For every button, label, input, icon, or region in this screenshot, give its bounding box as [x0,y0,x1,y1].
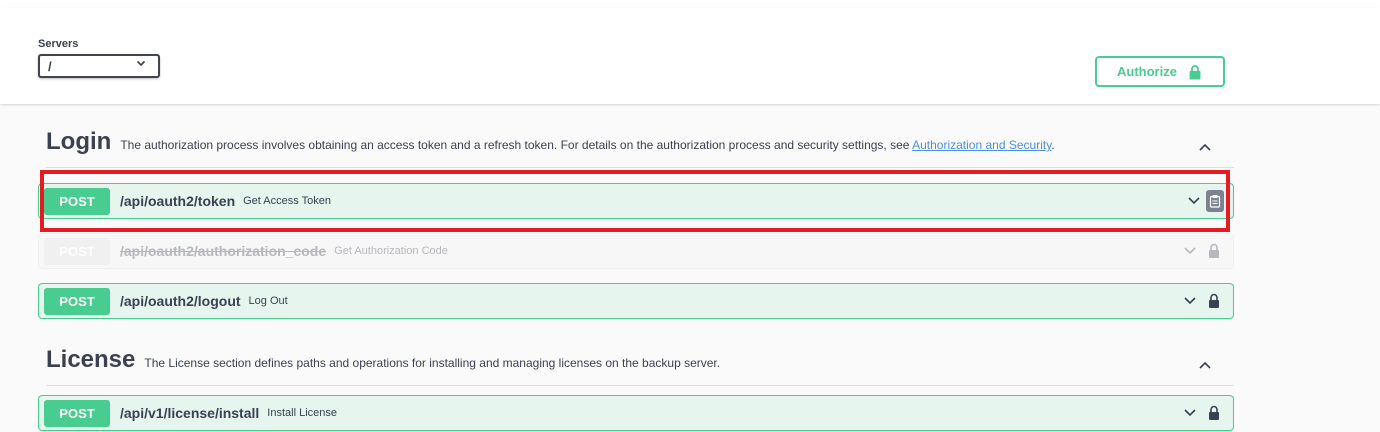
method-badge: POST [44,399,110,427]
operation-summary: Get Authorization Code [334,245,448,257]
scheme-container: Servers / Authorize [0,8,1380,104]
operation-summary: Log Out [248,295,288,307]
method-badge: POST [44,237,110,265]
chevron-down-icon [136,58,146,71]
lock-icon[interactable] [1207,404,1221,422]
lock-icon[interactable] [1207,292,1221,310]
operation-row[interactable]: POST /api/oauth2/token Get Access Token [38,183,1234,219]
servers-select[interactable]: / [38,54,160,78]
section-license[interactable]: License The License section defines path… [46,346,1234,386]
section-description: The License section defines paths and op… [144,356,721,370]
method-badge: POST [44,287,110,315]
section-description: The authorization process involves obtai… [120,138,1055,152]
operation-path: /api/v1/license/install [120,405,260,421]
chevron-down-icon[interactable] [1183,406,1197,420]
chevron-up-icon[interactable] [1198,358,1212,372]
servers-label: Servers [38,38,79,50]
copy-icon[interactable] [1206,190,1224,212]
authorize-label: Authorize [1117,64,1177,79]
operation-row[interactable]: POST /api/oauth2/logout Log Out [38,283,1234,319]
top-bar [0,0,1380,8]
operation-path: /api/oauth2/logout [120,293,241,309]
chevron-up-icon[interactable] [1198,140,1212,154]
authorization-security-link[interactable]: Authorization and Security [912,138,1051,152]
chevron-down-icon[interactable] [1183,244,1197,258]
chevron-down-icon[interactable] [1183,294,1197,308]
operation-row[interactable]: POST /api/v1/license/install Install Lic… [38,395,1234,431]
authorize-button[interactable]: Authorize [1095,56,1225,87]
section-title: Login [46,128,112,155]
operation-path: /api/oauth2/token [120,193,236,209]
operation-summary: Get Access Token [243,195,331,207]
section-login[interactable]: Login The authorization process involves… [46,128,1234,168]
chevron-down-icon[interactable] [1187,194,1201,208]
servers-selected-value: / [48,58,52,74]
lock-icon[interactable] [1207,242,1221,260]
operation-row[interactable]: POST /api/oauth2/authorization_code Get … [38,233,1234,269]
operation-summary: Install License [267,407,338,419]
lock-icon [1189,65,1201,83]
operation-path: /api/oauth2/authorization_code [120,243,327,259]
method-badge: POST [44,187,110,215]
section-title: License [46,346,136,373]
